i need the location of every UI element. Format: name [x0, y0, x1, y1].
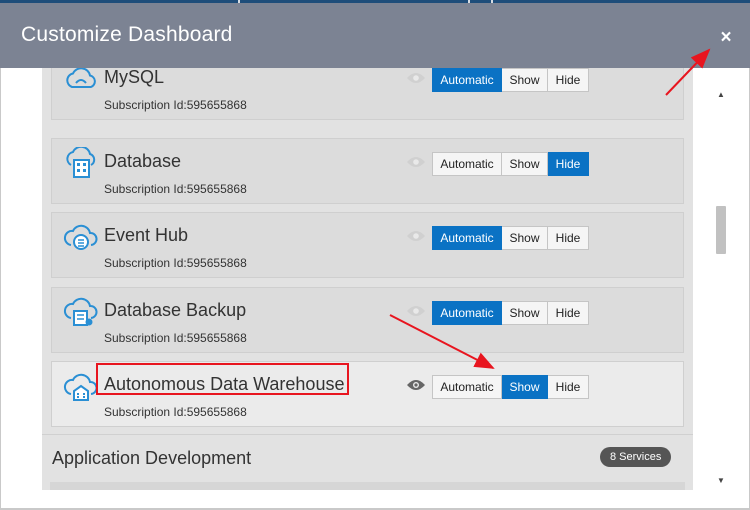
subscription-id: Subscription Id:595655868 [104, 405, 247, 419]
hide-button[interactable]: Hide [548, 375, 589, 399]
scroll-up-icon[interactable]: ▲ [717, 90, 725, 99]
hide-button[interactable]: Hide [548, 68, 589, 92]
automatic-button[interactable]: Automatic [432, 68, 502, 92]
cloud-data-warehouse-icon [63, 373, 98, 401]
hide-button[interactable]: Hide [548, 152, 589, 176]
dialog-header: Customize Dashboard × [0, 3, 750, 68]
subscription-id: Subscription Id:595655868 [104, 256, 247, 270]
cloud-event-hub-icon [63, 224, 98, 250]
highlight-box [96, 363, 349, 395]
close-icon[interactable]: × [716, 28, 736, 48]
automatic-button[interactable]: Automatic [432, 226, 502, 250]
show-button[interactable]: Show [502, 301, 548, 325]
services-count-badge: 8 Services [600, 447, 672, 467]
cloud-database-icon [66, 147, 96, 178]
section-application-development[interactable]: Application Development 8 Services [42, 434, 693, 479]
service-name: Database Backup [104, 300, 247, 320]
subscription-id: Subscription Id:595655868 [104, 182, 247, 196]
cloud-mysql-icon [66, 68, 96, 88]
show-button[interactable]: Show [502, 375, 548, 399]
service-row-database: Database Subscription Id:595655868 Autom… [51, 138, 684, 204]
eye-icon[interactable] [406, 304, 426, 318]
visibility-toggle: Automatic Show Hide [432, 68, 589, 92]
eye-icon[interactable] [406, 378, 426, 392]
service-name: MySQL [104, 68, 165, 87]
service-name: Database [104, 151, 182, 171]
dialog-title: Customize Dashboard [21, 23, 233, 46]
service-row-database-backup: Database Backup Subscription Id:59565586… [51, 287, 684, 353]
show-button[interactable]: Show [502, 226, 548, 250]
scroll-down-icon[interactable]: ▼ [717, 476, 725, 485]
service-row-mysql: MySQL Subscription Id:595655868 Automati… [51, 68, 684, 120]
eye-icon[interactable] [406, 229, 426, 243]
visibility-toggle: Automatic Show Hide [432, 301, 589, 325]
eye-icon[interactable] [406, 71, 426, 85]
service-name: Event Hub [104, 225, 189, 245]
automatic-button[interactable]: Automatic [432, 152, 502, 176]
cloud-database-backup-icon [63, 297, 98, 326]
scrollbar[interactable]: ▲ ▼ [715, 88, 727, 488]
visibility-toggle: Automatic Show Hide [432, 226, 589, 250]
hide-button[interactable]: Hide [548, 226, 589, 250]
automatic-button[interactable]: Automatic [432, 301, 502, 325]
hide-button[interactable]: Hide [548, 301, 589, 325]
section-title: Application Development [52, 448, 252, 468]
scrollbar-thumb[interactable] [716, 206, 726, 254]
automatic-button[interactable]: Automatic [432, 375, 502, 399]
subscription-id: Subscription Id:595655868 [104, 98, 247, 112]
visibility-toggle: Automatic Show Hide [432, 375, 589, 399]
visibility-toggle: Automatic Show Hide [432, 152, 589, 176]
list-item [50, 482, 685, 490]
show-button[interactable]: Show [502, 68, 548, 92]
subscription-id: Subscription Id:595655868 [104, 331, 247, 345]
service-row-event-hub: Event Hub Subscription Id:595655868 Auto… [51, 212, 684, 278]
eye-icon[interactable] [406, 155, 426, 169]
show-button[interactable]: Show [502, 152, 548, 176]
services-list[interactable]: MySQL Subscription Id:595655868 Automati… [42, 68, 693, 490]
